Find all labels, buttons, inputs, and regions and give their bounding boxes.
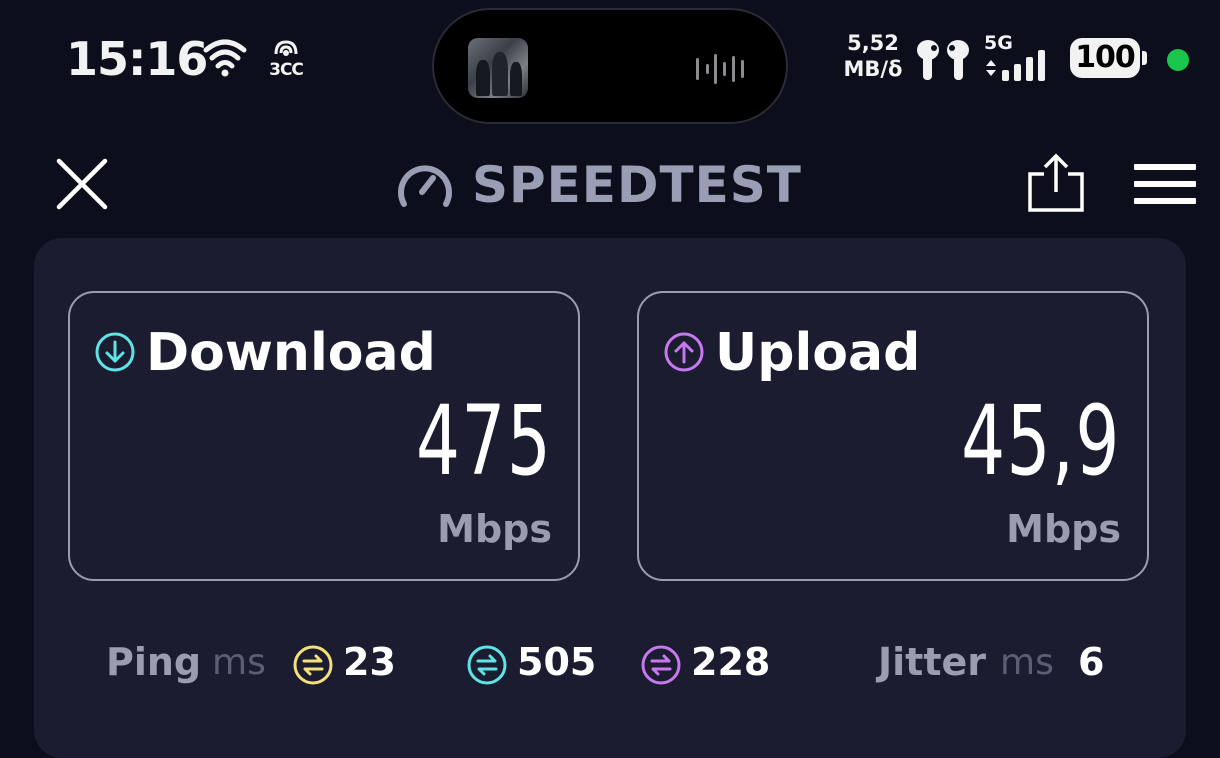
battery-level: 100: [1070, 38, 1140, 78]
upload-unit: Mbps: [1006, 507, 1121, 551]
upload-arrow-icon: [664, 332, 704, 372]
speedometer-icon: [398, 165, 452, 207]
download-label: Download: [146, 323, 436, 383]
ping-upload-value: 228: [691, 640, 771, 684]
share-icon[interactable]: [1026, 152, 1086, 214]
network-speed: 5,52 MB/δ: [832, 30, 914, 82]
network-speed-value: 5,52: [847, 31, 899, 55]
jitter-unit: ms: [1000, 642, 1054, 683]
download-unit: Mbps: [437, 507, 552, 551]
album-art-thumbnail[interactable]: [468, 38, 528, 98]
jitter-label: Jitter: [878, 640, 987, 684]
jitter-value: 6: [1078, 640, 1105, 684]
idle-latency-icon[interactable]: [292, 644, 334, 686]
hotspot-indicator: 3CC: [266, 38, 306, 82]
network-speed-unit: MB/δ: [843, 57, 903, 81]
download-arrow-icon: [95, 332, 135, 372]
upload-value: 45,9: [961, 385, 1121, 497]
signal-icon: [986, 50, 1045, 81]
download-result[interactable]: Download 475 Mbps: [68, 291, 580, 581]
upload-label: Upload: [715, 323, 921, 383]
upload-result[interactable]: Upload 45,9 Mbps: [637, 291, 1149, 581]
results-card: Download 475 Mbps Upload 45,9 Mbps Ping …: [34, 238, 1186, 758]
waveform-icon: [696, 54, 744, 84]
ping-download-value: 505: [517, 640, 597, 684]
ping-idle-value: 23: [343, 640, 396, 684]
wifi-icon: [203, 39, 247, 77]
upload-latency-icon[interactable]: [640, 644, 682, 686]
battery-tip: [1142, 51, 1147, 65]
earbuds-icon: [917, 40, 969, 80]
app-title: SPEEDTEST: [472, 156, 802, 214]
close-icon[interactable]: [56, 158, 108, 210]
battery-icon: 100: [1070, 38, 1148, 80]
hotspot-icon: [274, 40, 298, 56]
menu-icon[interactable]: [1134, 162, 1198, 206]
download-value: 475: [415, 385, 552, 497]
dynamic-island[interactable]: [432, 8, 788, 124]
cellular-signal: 5G: [982, 32, 1054, 82]
status-bar: 15:16 3CC 5,52 MB/δ 5G 100: [0, 0, 1220, 125]
ping-unit: ms: [212, 642, 266, 683]
ping-label: Ping: [106, 640, 202, 684]
latency-stats: Ping ms 23 505 228 Jitter ms 6: [34, 640, 1186, 696]
status-time: 15:16: [66, 32, 208, 86]
privacy-indicator-dot: [1167, 49, 1189, 71]
download-latency-icon[interactable]: [466, 644, 508, 686]
hotspot-label: 3CC: [269, 60, 304, 80]
